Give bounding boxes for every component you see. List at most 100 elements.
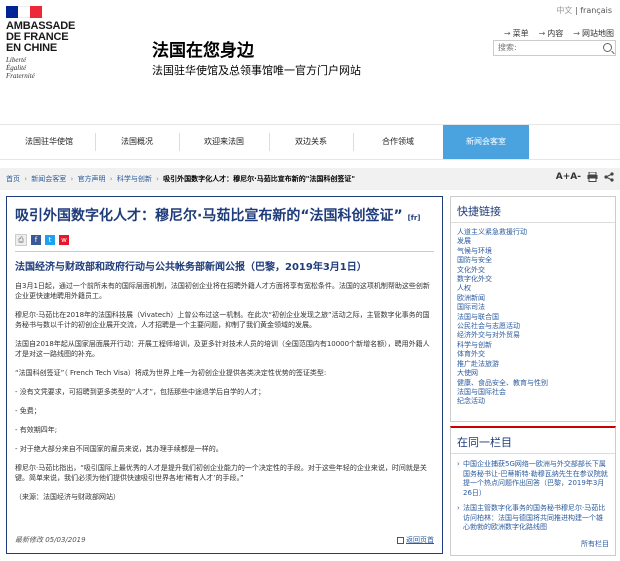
article-source: （来源：法国经济与财政部网站） xyxy=(15,493,120,501)
sitemap-link-label: 网站地图 xyxy=(582,29,614,38)
print-icon[interactable] xyxy=(587,172,598,182)
breadcrumb-sep: › xyxy=(24,175,28,183)
article-list-item: - 没有文凭要求，可招聘到更多类型的“人才”，包括那些中途退学后自学的人才； xyxy=(15,388,266,396)
nav-item-welcome[interactable]: 欢迎来法国 xyxy=(186,125,262,159)
last-modified: 最新修改 05/03/2019 xyxy=(15,536,86,544)
back-to-top-link[interactable]: 返回页首 xyxy=(397,535,434,545)
article-list-item: - 有效期四年; xyxy=(15,426,58,434)
breadcrumb-sep: › xyxy=(156,175,159,183)
quick-link[interactable]: 数字化外交 xyxy=(457,275,492,283)
breadcrumb-science[interactable]: 科学与创新 xyxy=(117,175,152,183)
article-lead: 法国经济与财政部和政府行动与公共帐务部新闻公报（巴黎，2019年3月1日） xyxy=(15,262,367,273)
quick-link[interactable]: 法国与国际社会 xyxy=(457,388,506,396)
quick-link[interactable]: 发展 xyxy=(457,237,471,245)
search-box xyxy=(493,40,616,56)
nav-divider xyxy=(269,133,270,151)
arrow-icon: → xyxy=(503,29,511,38)
nav-divider xyxy=(95,133,96,151)
quick-link[interactable]: 人权 xyxy=(457,284,471,292)
lang-fr[interactable]: français xyxy=(580,6,612,15)
breadcrumb-bar: 首页 › 新闻会客室 › 官方声明 › 科学与创新 › 吸引外国数字化人才：穆尼… xyxy=(0,168,620,190)
quick-link[interactable]: 推广赴法旅游 xyxy=(457,360,499,368)
nav-divider xyxy=(353,133,354,151)
quick-link[interactable]: 纪念活动 xyxy=(457,397,485,405)
breadcrumb-home[interactable]: 首页 xyxy=(6,175,20,183)
quick-link[interactable]: 健康、食品安全、教育与性别 xyxy=(457,379,548,387)
article-list-item: - 免费； xyxy=(15,407,41,415)
top-links: → 菜单 → 内容 → 网站地图 xyxy=(504,28,614,39)
nav-item-bilateral[interactable]: 双边关系 xyxy=(276,125,346,159)
search-input[interactable] xyxy=(494,41,598,53)
list-item: 中国企业捕获5G网络一欧洲与外交部部长下属国务秘书让-巴蒂斯特·勒穆瓦纳先生在参… xyxy=(457,460,609,498)
share-icon[interactable] xyxy=(604,172,614,182)
article-footer: 最新修改 05/03/2019 返回页首 xyxy=(15,535,434,547)
content-link-label: 内容 xyxy=(547,29,564,38)
same-column-list: 中国企业捕获5G网络一欧洲与外交部部长下属国务秘书让-巴蒂斯特·勒穆瓦纳先生在参… xyxy=(457,460,609,533)
quick-link[interactable]: 文化外交 xyxy=(457,266,485,274)
motto: Liberté Égalité Fraternité xyxy=(6,56,96,80)
article-paragraph: 穆尼尔·马茹比指出，“吸引国际上最优秀的人才是提升我们初创企业能力的一个决定性的… xyxy=(15,464,427,482)
related-article-link[interactable]: 法国主管数字化事务的国务秘书穆尼尔·马茹比访问柏林：法国与德国将共同推进构建一个… xyxy=(463,504,605,531)
related-article-link[interactable]: 中国企业捕获5G网络一欧洲与外交部部长下属国务秘书让-巴蒂斯特·勒穆瓦纳先生在参… xyxy=(463,460,608,497)
font-size-button[interactable]: A+A- xyxy=(556,172,581,182)
main-nav: 法国驻华使馆 法国概况 欢迎来法国 双边关系 合作领域 新闻会客室 xyxy=(0,124,620,160)
quick-link[interactable]: 国防与安全 xyxy=(457,256,492,264)
nav-item-embassy[interactable]: 法国驻华使馆 xyxy=(10,125,88,159)
quick-link[interactable]: 大使网 xyxy=(457,369,478,377)
nav-divider xyxy=(179,133,180,151)
motto-fraternite: Fraternité xyxy=(6,72,35,80)
breadcrumb-current: 吸引外国数字化人才：穆尼尔·马茹比宣布新的"法国科创签证" xyxy=(163,175,356,183)
french-version-link[interactable]: [fr] xyxy=(408,214,421,222)
same-column-panel: 在同一栏目 中国企业捕获5G网络一欧洲与外交部部长下属国务秘书让-巴蒂斯特·勒穆… xyxy=(450,426,616,556)
square-icon xyxy=(397,536,404,544)
site-title: 法国在您身边 xyxy=(152,41,254,61)
nav-item-france[interactable]: 法国概况 xyxy=(102,125,172,159)
quick-link[interactable]: 公民社会与志愿活动 xyxy=(457,322,520,330)
logo-line-3: EN CHINE xyxy=(6,42,57,54)
quick-link[interactable]: 人道主义紧急救援行动 xyxy=(457,228,527,236)
twitter-icon[interactable]: t xyxy=(45,235,55,245)
article-paragraph: 穆尼尔·马茹比在2018年的法国科技展（Vivatech）上曾公布过这一机制。在… xyxy=(15,311,430,329)
sitemap-link[interactable]: → 网站地图 xyxy=(573,28,614,39)
quick-links-title: 快捷链接 xyxy=(451,197,615,223)
quick-link[interactable]: 国际司法 xyxy=(457,303,485,311)
all-columns-link[interactable]: 所有栏目 xyxy=(581,539,609,549)
quick-link[interactable]: 法国与联合国 xyxy=(457,313,499,321)
lang-zh[interactable]: 中文 xyxy=(556,6,572,15)
article: 吸引外国数字化人才：穆尼尔·马茹比宣布新的“法国科创签证” [fr] ⎙ f t… xyxy=(6,196,443,554)
weibo-icon[interactable]: w xyxy=(59,235,69,245)
list-item: 法国主管数字化事务的国务秘书穆尼尔·马茹比访问柏林：法国与德国将共同推进构建一个… xyxy=(457,504,609,533)
page-tools: A+A- xyxy=(556,172,614,182)
search-icon[interactable] xyxy=(603,43,612,52)
article-list-item: - 对于绝大部分来自不同国家的雇员来说，其办理手续都是一样的。 xyxy=(15,445,223,453)
article-paragraph: “法国科创签证”（ French Tech Visa）将成为世界上唯一为初创企业… xyxy=(15,369,327,377)
quick-link[interactable]: 体育外交 xyxy=(457,350,485,358)
article-title-text: 吸引外国数字化人才：穆尼尔·马茹比宣布新的“法国科创签证” xyxy=(15,208,403,224)
breadcrumb: 首页 › 新闻会客室 › 官方声明 › 科学与创新 › 吸引外国数字化人才：穆尼… xyxy=(6,174,355,184)
quick-link[interactable]: 欧洲新闻 xyxy=(457,294,485,302)
site-subtitle: 法国驻华使馆及总领事馆唯一官方门户网站 xyxy=(152,64,361,77)
language-switch: 中文 | français xyxy=(556,5,612,16)
back-to-top-label: 返回页首 xyxy=(406,536,434,544)
breadcrumb-statements[interactable]: 官方声明 xyxy=(78,175,106,183)
nav-item-cooperation[interactable]: 合作领域 xyxy=(360,125,436,159)
menu-link[interactable]: → 菜单 xyxy=(504,28,529,39)
embassy-logo[interactable]: AMBASSADE DE FRANCE EN CHINE Liberté Éga… xyxy=(6,6,96,80)
content-link[interactable]: → 内容 xyxy=(539,28,564,39)
menu-link-label: 菜单 xyxy=(512,29,529,38)
quick-links-panel: 快捷链接 人道主义紧急救援行动 发展 气候与环境 国防与安全 文化外交 数字化外… xyxy=(450,196,616,422)
motto-egalite: Égalité xyxy=(6,64,27,72)
nav-item-newsroom[interactable]: 新闻会客室 xyxy=(443,125,529,159)
quick-link[interactable]: 科学与创新 xyxy=(457,341,492,349)
quick-link[interactable]: 气候与环境 xyxy=(457,247,492,255)
breadcrumb-newsroom[interactable]: 新闻会客室 xyxy=(31,175,66,183)
article-paragraph: 法国自2018年起从国家层面展开行动：开展工程师培训，及更多针对技术人员的培训（… xyxy=(15,340,430,358)
quick-link[interactable]: 经济外交与对外贸易 xyxy=(457,331,520,339)
lang-separator: | xyxy=(574,6,578,15)
french-flag-icon xyxy=(6,6,42,18)
breadcrumb-sep: › xyxy=(70,175,74,183)
print-icon[interactable]: ⎙ xyxy=(15,234,27,246)
arrow-icon: → xyxy=(573,29,580,38)
motto-liberte: Liberté xyxy=(6,56,27,64)
facebook-icon[interactable]: f xyxy=(31,235,41,245)
